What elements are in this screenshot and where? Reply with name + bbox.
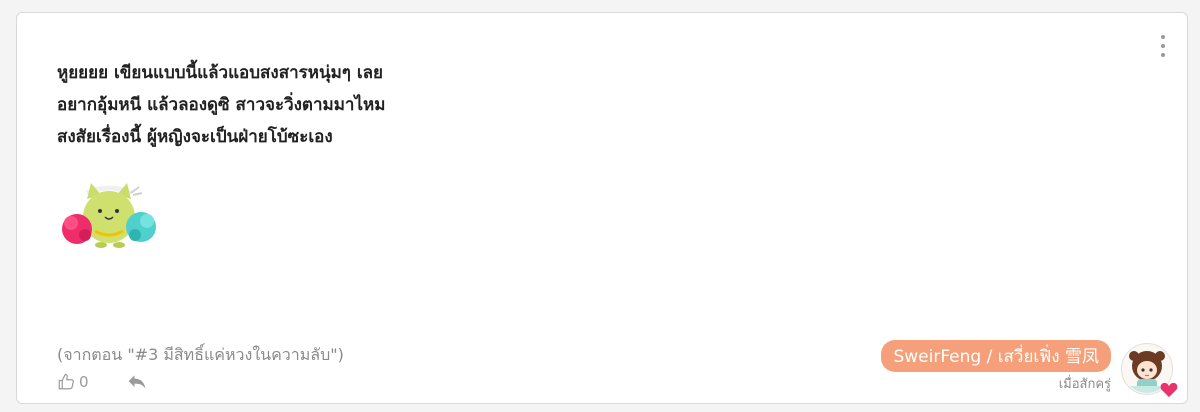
reply-icon xyxy=(128,375,145,389)
avatar[interactable] xyxy=(1121,343,1178,398)
like-button[interactable]: 0 xyxy=(57,373,89,391)
cheerleader-cat-sticker-icon xyxy=(62,183,156,248)
chapter-source-link[interactable]: (จากตอน "#3 มีสิทธิ์แค่หวงในความลับ") xyxy=(57,343,344,368)
comment-timestamp: เมื่อสักครู่ xyxy=(1058,377,1111,392)
like-count: 0 xyxy=(79,373,89,391)
author-name-badge[interactable]: SweirFeng / เสวี่ยเฟิ่ง 雪凤 xyxy=(881,340,1111,372)
comment-line: หูยยยย เขียนแบบนี้แล้วแอบสงสารหนุ่มๆ เลย xyxy=(57,63,384,83)
comment-card: หูยยยย เขียนแบบนี้แล้วแอบสงสารหนุ่มๆ เลย… xyxy=(16,12,1188,404)
comment-actions: 0 xyxy=(57,373,147,391)
reply-button[interactable] xyxy=(127,373,147,391)
comment-line: อยากอุ้มหนี แล้วลองดูซิ สาวจะวิ่งตามมาไห… xyxy=(57,95,386,115)
heart-icon xyxy=(1160,382,1178,398)
more-options-icon[interactable] xyxy=(1159,35,1167,57)
comment-line: สงสัยเรื่องนี้ ผู้หญิงจะเป็นฝ่ายโบ้ซะเอง xyxy=(57,127,333,147)
thumbs-up-icon xyxy=(58,373,74,390)
comment-text: หูยยยย เขียนแบบนี้แล้วแอบสงสารหนุ่มๆ เลย… xyxy=(57,57,817,153)
